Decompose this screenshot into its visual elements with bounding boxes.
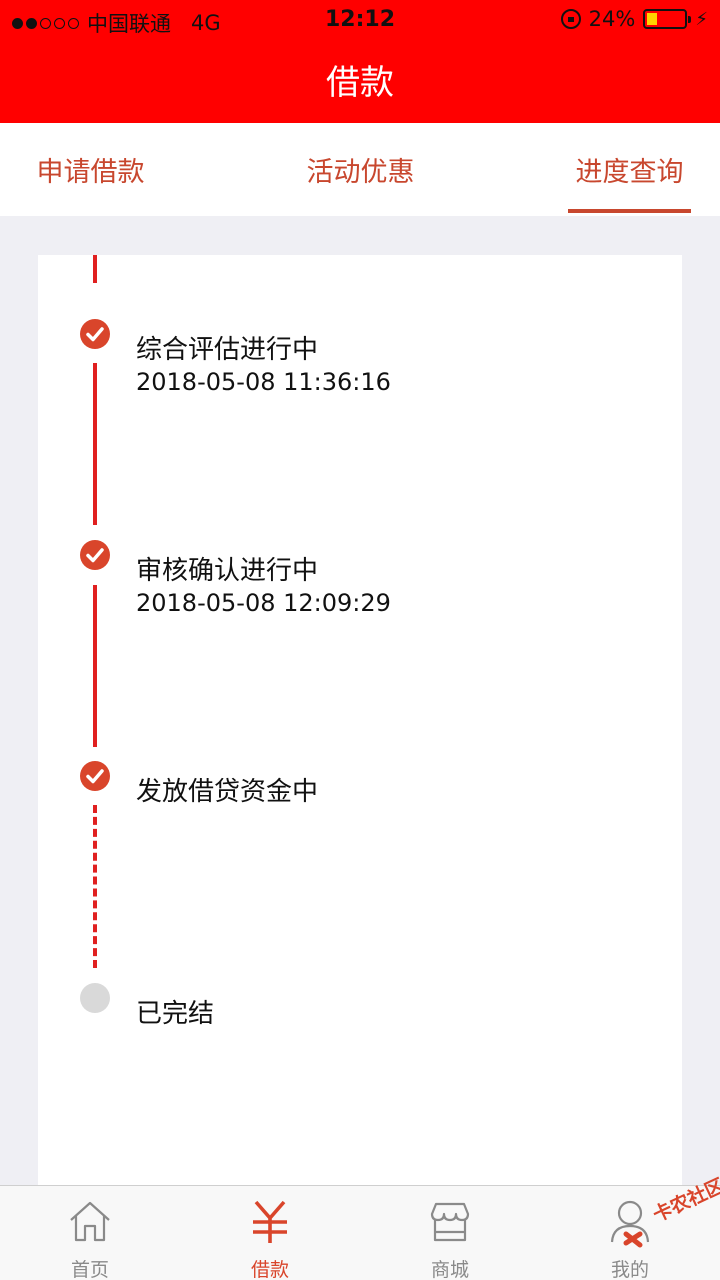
step-title: 发放借贷资金中 — [136, 777, 319, 807]
tab-progress-query[interactable]: 进度查询 — [562, 123, 697, 216]
timeline-line — [93, 585, 97, 747]
tabbar-item-shop[interactable]: 商城 — [390, 1186, 510, 1280]
check-circle-icon — [80, 540, 110, 570]
active-tab-indicator — [568, 209, 691, 213]
app-header: 中国联通 4G 12:12 24% ⚡ 借款 — [0, 0, 720, 123]
top-tabs: 申请借款 活动优惠 进度查询 — [0, 123, 720, 216]
yen-icon — [253, 1200, 287, 1243]
check-circle-icon — [80, 319, 110, 349]
tab-apply-loan[interactable]: 申请借款 — [18, 123, 163, 216]
step-title: 审核确认进行中 — [136, 556, 319, 586]
tabbar-label: 我的 — [610, 1259, 649, 1280]
tabbar-label: 首页 — [70, 1259, 109, 1280]
step-time: 2018-05-08 11:36:16 — [136, 368, 391, 396]
tabbar-label: 借款 — [250, 1259, 289, 1280]
shop-icon — [430, 1202, 470, 1242]
rotation-lock-icon — [560, 9, 581, 29]
home-icon — [70, 1201, 110, 1242]
battery-percent: 24% — [588, 7, 636, 31]
timeline-line — [93, 363, 97, 525]
step-title: 已完结 — [136, 999, 215, 1029]
tabbar-label: 商城 — [430, 1259, 469, 1280]
tabbar-item-home[interactable]: 首页 — [30, 1186, 150, 1280]
bottom-tab-bar: 首页 借款 商城 我的 — [0, 1185, 720, 1280]
status-bar: 中国联通 4G 12:12 24% ⚡ — [0, 0, 720, 40]
charging-icon: ⚡ — [695, 8, 708, 30]
tabbar-item-loan[interactable]: 借款 — [210, 1186, 330, 1280]
tab-promotions[interactable]: 活动优惠 — [288, 123, 433, 216]
page-title: 借款 — [326, 63, 394, 103]
timeline-dashed-line — [93, 805, 97, 968]
battery-icon — [643, 9, 692, 29]
progress-card: 综合评估进行中 2018-05-08 11:36:16 审核确认进行中 2018… — [38, 255, 682, 1187]
step-title: 综合评估进行中 — [136, 335, 319, 365]
timeline-line — [93, 255, 97, 283]
pending-circle-icon — [80, 983, 110, 1013]
check-circle-icon — [80, 761, 110, 791]
step-time: 2018-05-08 12:09:29 — [136, 589, 391, 617]
